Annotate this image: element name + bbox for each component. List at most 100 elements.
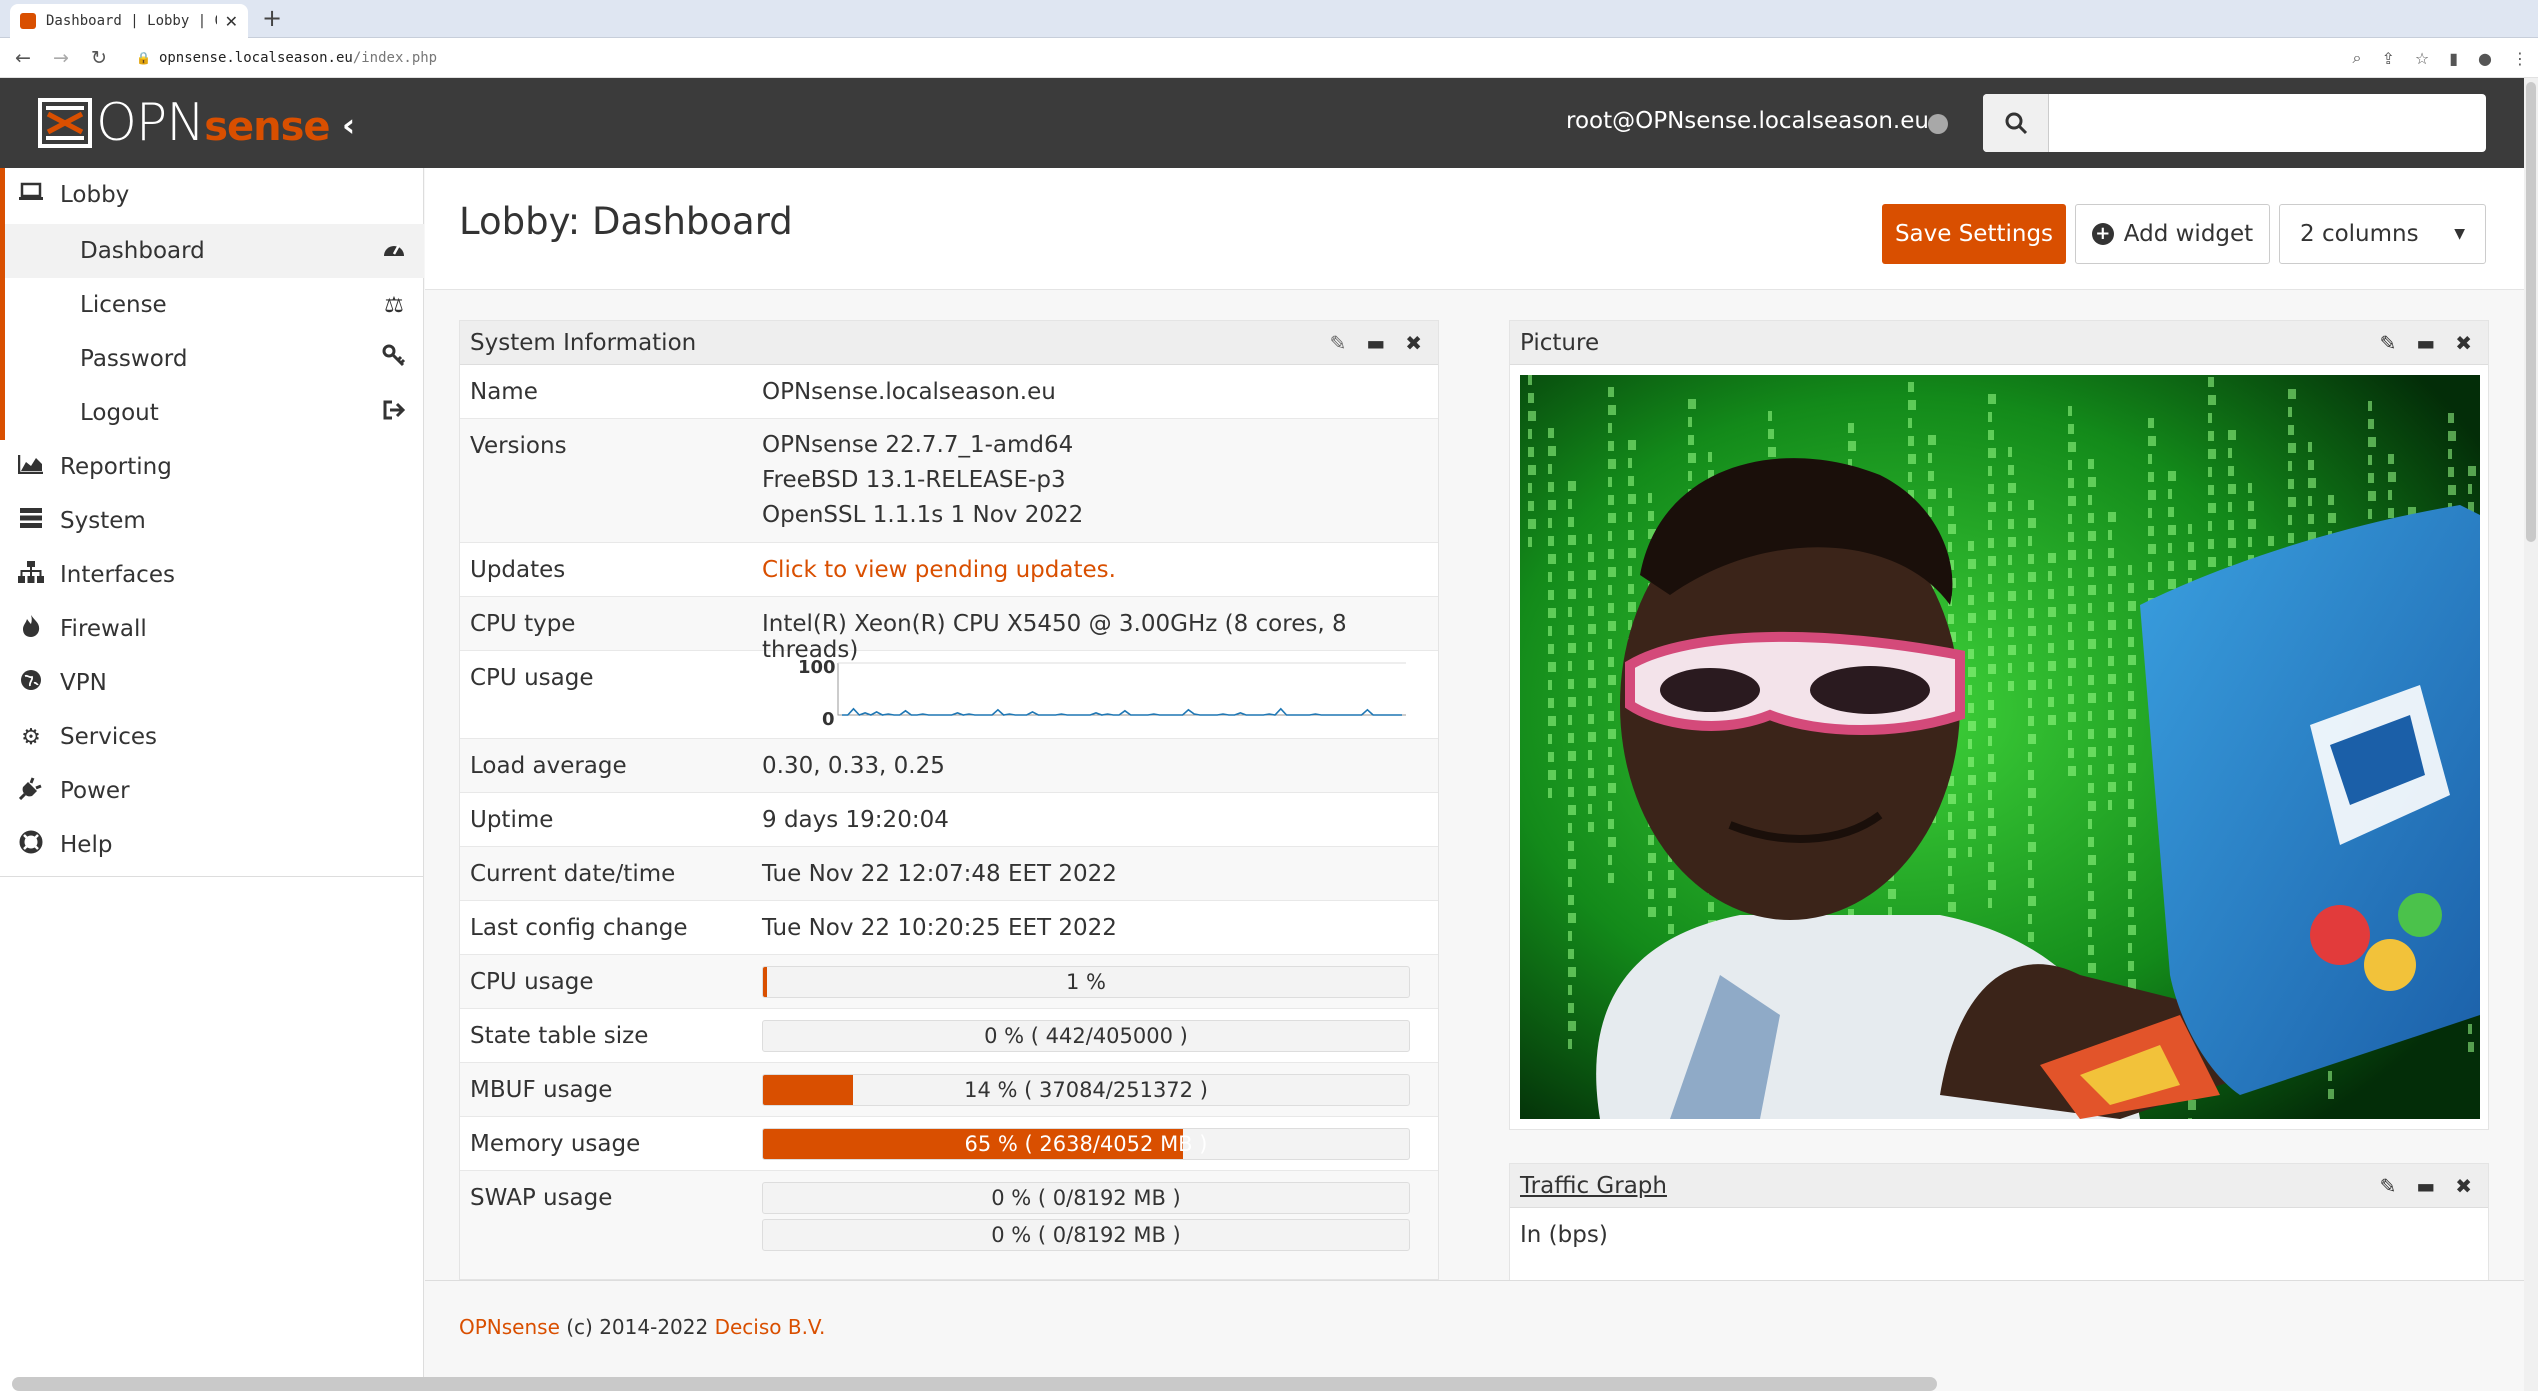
forward-icon[interactable]: → — [46, 47, 76, 69]
matrix-glyph — [2188, 1100, 2196, 1110]
scrollbar-thumb[interactable] — [2526, 82, 2536, 542]
user-name[interactable]: root@OPNsense.localseason.eu — [1566, 108, 1929, 134]
matrix-glyph — [1568, 841, 1574, 851]
sidebar-item-dashboard[interactable]: Dashboard — [5, 224, 424, 278]
sidebar-item-logout[interactable]: Logout — [5, 386, 424, 440]
pending-updates-link[interactable]: Click to view pending updates. — [762, 557, 1116, 583]
matrix-glyph — [1988, 430, 1994, 440]
mbuf-usage-bar: 14 % ( 37084/251372 ) — [762, 1074, 1410, 1106]
sidebar-item-power[interactable]: Power — [0, 764, 424, 818]
matrix-glyph — [1908, 472, 1912, 482]
search-icon[interactable] — [1983, 94, 2049, 152]
matrix-glyph — [1648, 853, 1656, 863]
matrix-glyph — [2228, 466, 2234, 476]
matrix-glyph — [2068, 550, 2076, 560]
back-icon[interactable]: ← — [8, 47, 38, 69]
matrix-glyph — [1948, 884, 1954, 894]
profile-icon[interactable]: ● — [2478, 49, 2492, 68]
add-widget-button[interactable]: + Add widget — [2075, 204, 2270, 264]
horizontal-scrollbar[interactable] — [12, 1377, 1937, 1391]
minimize-icon[interactable]: ▬ — [2416, 1174, 2435, 1198]
edit-pencil-icon[interactable]: ✎ — [1330, 331, 1347, 355]
matrix-glyph — [2328, 495, 2334, 505]
sidebar-item-lobby[interactable]: Lobby — [0, 168, 424, 222]
bookmark-star-icon[interactable]: ☆ — [2415, 49, 2429, 68]
matrix-glyph — [2048, 643, 2054, 653]
footer-company-link[interactable]: Deciso B.V. — [715, 1315, 826, 1339]
minimize-icon[interactable]: ▬ — [1366, 331, 1385, 355]
sidebar-item-password[interactable]: Password — [5, 332, 424, 386]
widget-header[interactable]: Picture ✎ ▬ ✖ — [1510, 321, 2488, 365]
save-settings-button[interactable]: Save Settings — [1882, 204, 2066, 264]
matrix-glyph — [2388, 472, 2396, 482]
zoom-icon[interactable]: ⌕ — [2353, 48, 2362, 68]
address-bar[interactable]: 🔒 opnsense.localseason.eu/index.php — [136, 50, 437, 66]
opnsense-logo[interactable]: OPNsense — [38, 93, 331, 153]
sidebar-item-services[interactable]: ⚙ Services — [0, 710, 424, 764]
edit-pencil-icon[interactable]: ✎ — [2380, 1174, 2397, 1198]
matrix-glyph — [1548, 716, 1556, 726]
matrix-glyph — [1928, 471, 1934, 481]
vertical-scrollbar[interactable] — [2524, 78, 2538, 1391]
swap-usage-bar-2: 0 % ( 0/8192 MB ) — [762, 1219, 1410, 1251]
matrix-glyph — [1648, 493, 1652, 503]
sidebar-item-help[interactable]: Help — [0, 818, 424, 872]
matrix-glyph — [1608, 657, 1614, 667]
share-icon[interactable]: ⇪ — [2381, 49, 2394, 68]
matrix-glyph — [2388, 490, 2392, 500]
sidebar-item-license[interactable]: License ⚖ — [5, 278, 424, 332]
reload-icon[interactable]: ↻ — [84, 47, 114, 69]
matrix-glyph — [1608, 747, 1612, 757]
widget-header[interactable]: System Information ✎ ▬ ✖ — [460, 321, 1438, 365]
sidebar-item-interfaces[interactable]: Interfaces — [0, 548, 424, 602]
sidebar-toggle-icon[interactable]: ▮ — [2449, 49, 2458, 68]
edit-pencil-icon[interactable]: ✎ — [2380, 331, 2397, 355]
matrix-glyph — [2388, 454, 2394, 464]
columns-select[interactable]: 2 columns ▼ — [2279, 204, 2486, 264]
matrix-glyph — [1948, 830, 1954, 840]
matrix-glyph — [2088, 621, 2094, 631]
matrix-glyph — [2088, 567, 2094, 577]
close-icon[interactable]: ✖ — [1405, 331, 1422, 355]
matrix-glyph — [2288, 461, 2292, 471]
sidebar-item-vpn[interactable]: VPN — [0, 656, 424, 710]
close-tab-icon[interactable]: ✕ — [225, 12, 238, 31]
footer-brand-link[interactable]: OPNsense — [459, 1315, 560, 1339]
widget-header[interactable]: Traffic Graph ✎ ▬ ✖ — [1510, 1164, 2488, 1208]
minimize-icon[interactable]: ▬ — [2416, 331, 2435, 355]
matrix-glyph — [2108, 566, 2116, 576]
matrix-glyph — [2468, 484, 2472, 494]
collapse-sidebar-icon[interactable]: ‹ — [342, 106, 355, 144]
new-tab-icon[interactable]: + — [262, 4, 282, 32]
matrix-glyph — [1988, 844, 1992, 854]
matrix-glyph — [1928, 453, 1932, 463]
matrix-glyph — [2448, 449, 2452, 459]
matrix-glyph — [1588, 570, 1596, 580]
close-icon[interactable]: ✖ — [2455, 331, 2472, 355]
matrix-glyph — [2068, 406, 2072, 416]
matrix-glyph — [2048, 625, 2052, 635]
matrix-glyph — [1608, 693, 1612, 703]
browser-tab[interactable]: Dashboard | Lobby | OPN ✕ — [10, 4, 248, 38]
matrix-glyph — [1608, 459, 1616, 469]
matrix-glyph — [1568, 499, 1572, 509]
matrix-glyph — [2108, 620, 2116, 630]
matrix-glyph — [1988, 808, 1994, 818]
sidebar-divider — [0, 876, 424, 877]
sidebar-item-firewall[interactable]: Firewall — [0, 602, 424, 656]
sign-out-icon — [374, 399, 414, 427]
matrix-glyph — [1988, 628, 1992, 638]
sidebar-item-system[interactable]: System — [0, 494, 424, 548]
traffic-in-label: In (bps) — [1520, 1222, 1608, 1248]
close-icon[interactable]: ✖ — [2455, 1174, 2472, 1198]
matrix-glyph — [2308, 460, 2314, 470]
widget-title[interactable]: Traffic Graph — [1520, 1173, 2380, 1199]
matrix-glyph — [1688, 417, 1692, 427]
matrix-glyph — [1908, 418, 1912, 428]
matrix-glyph — [2288, 497, 2296, 507]
matrix-glyph — [2128, 763, 2136, 773]
search-input[interactable] — [2049, 94, 2486, 152]
sidebar-item-reporting[interactable]: Reporting — [0, 440, 424, 494]
menu-kebab-icon[interactable]: ⋮ — [2512, 49, 2528, 68]
laptop-icon — [12, 182, 50, 208]
